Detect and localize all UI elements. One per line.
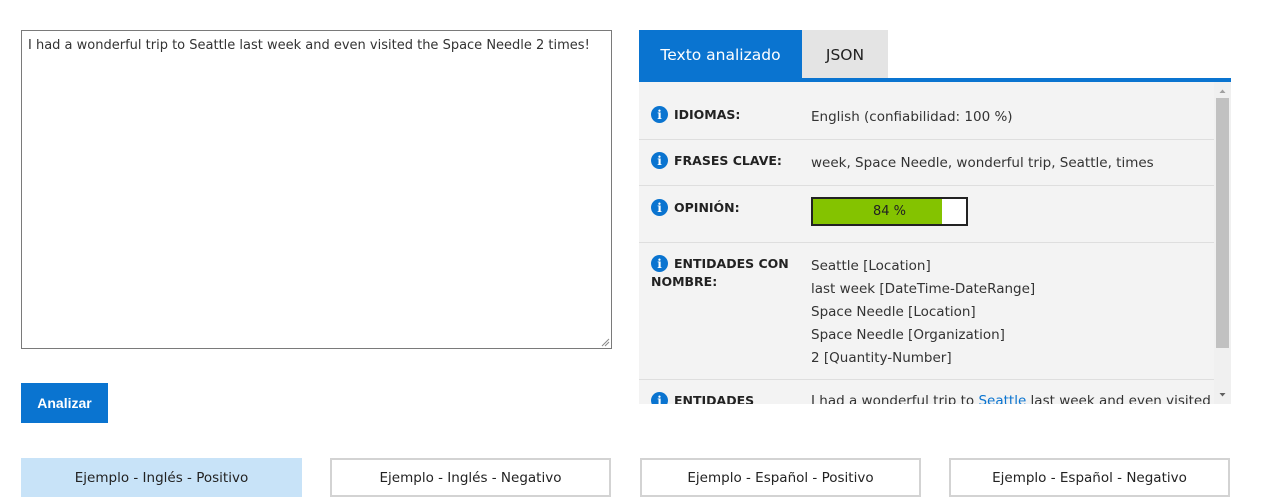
example-english-negative-button[interactable]: Ejemplo - Inglés - Negativo (330, 458, 611, 497)
info-icon[interactable]: i (651, 106, 668, 123)
scroll-up-arrow-icon[interactable] (1214, 86, 1231, 96)
result-row-sentiment: i OPINIÓN: 84 % (639, 186, 1215, 243)
languages-value: English (confiabilidad: 100 %) (811, 109, 1013, 125)
list-item: last week [DateTime-DateRange] (811, 281, 1036, 297)
info-icon[interactable]: i (651, 199, 668, 216)
text-input[interactable] (21, 30, 612, 349)
result-row-named-entities: i ENTIDADES CON NOMBRE: Seattle [Locatio… (639, 243, 1215, 380)
key-phrases-label: i FRASES CLAVE: (651, 152, 782, 170)
example-english-positive-button[interactable]: Ejemplo - Inglés - Positivo (21, 458, 302, 497)
named-entities-list: Seattle [Location] last week [DateTime-D… (811, 255, 1035, 370)
results-scrollbar[interactable] (1214, 82, 1231, 404)
result-row-languages: i IDIOMAS: English (confiabilidad: 100 %… (639, 82, 1215, 140)
tab-analyzed-text[interactable]: Texto analizado (639, 30, 802, 80)
result-tabs: Texto analizado JSON (639, 30, 888, 80)
linked-entities-label: i ENTIDADES (651, 392, 754, 404)
key-phrases-value: week, Space Needle, wonderful trip, Seat… (811, 155, 1154, 171)
tab-json[interactable]: JSON (802, 30, 888, 80)
entity-link-seattle[interactable]: Seattle (978, 393, 1026, 404)
scroll-down-arrow-icon[interactable] (1214, 390, 1231, 400)
info-icon[interactable]: i (651, 392, 668, 404)
result-row-key-phrases: i FRASES CLAVE: week, Space Needle, wond… (639, 140, 1215, 186)
named-entities-label: i ENTIDADES CON NOMBRE: (651, 255, 789, 289)
list-item: Seattle [Location] (811, 258, 931, 274)
example-spanish-negative-button[interactable]: Ejemplo - Español - Negativo (949, 458, 1230, 497)
scrollbar-thumb[interactable] (1216, 98, 1229, 348)
results-panel: i IDIOMAS: English (confiabilidad: 100 %… (639, 82, 1231, 404)
languages-label: i IDIOMAS: (651, 106, 740, 124)
list-item: 2 [Quantity-Number] (811, 350, 952, 366)
sentiment-label: i OPINIÓN: (651, 199, 740, 217)
list-item: Space Needle [Location] (811, 304, 976, 320)
linked-entities-value: I had a wonderful trip to Seattle last w… (811, 390, 1211, 404)
analyze-button[interactable]: Analizar (21, 383, 108, 423)
result-row-linked-entities: i ENTIDADES I had a wonderful trip to Se… (639, 380, 1215, 404)
sentiment-bar: 84 % (811, 197, 968, 226)
info-icon[interactable]: i (651, 255, 668, 272)
info-icon[interactable]: i (651, 152, 668, 169)
list-item: Space Needle [Organization] (811, 327, 1005, 343)
example-spanish-positive-button[interactable]: Ejemplo - Español - Positivo (640, 458, 921, 497)
sentiment-value: 84 % (872, 204, 907, 219)
resize-grip-icon[interactable] (601, 338, 610, 347)
